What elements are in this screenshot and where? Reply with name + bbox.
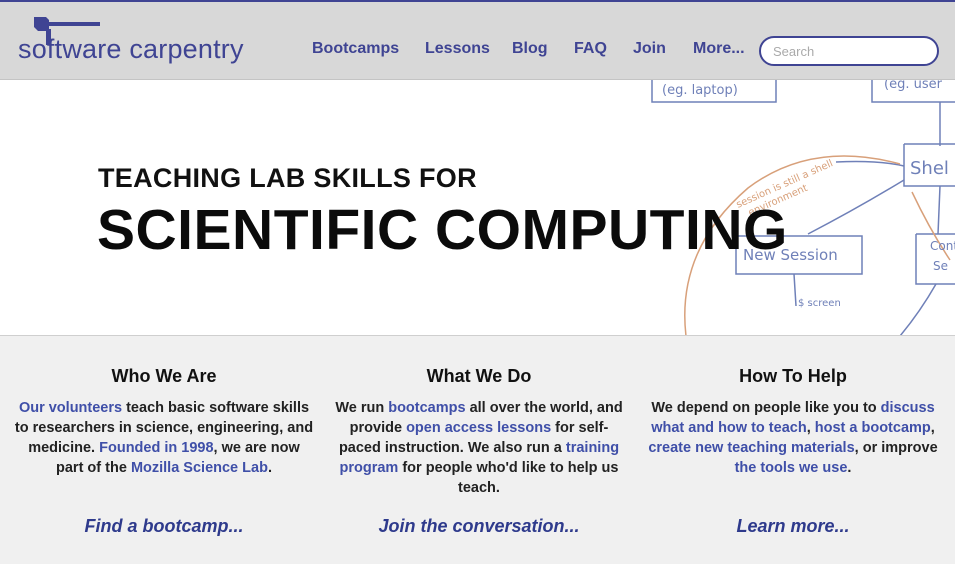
nav-more[interactable]: More...	[693, 40, 745, 58]
inline-link[interactable]: Mozilla Science Lab	[131, 460, 268, 476]
inline-link[interactable]: Our volunteers	[19, 400, 122, 416]
inline-link[interactable]: host a bootcamp	[815, 420, 931, 436]
inline-link[interactable]: bootcamps	[388, 400, 465, 416]
body-text: ,	[930, 420, 935, 436]
inline-link[interactable]: open access lessons	[406, 420, 551, 436]
column-heading: How To Help	[739, 366, 847, 386]
sketch-label: Cont	[930, 239, 955, 253]
site-logo[interactable]: software carpentry	[18, 10, 278, 70]
hero-title: SCIENTIFIC COMPUTING	[97, 198, 788, 262]
column-heading: Who We Are	[111, 366, 217, 386]
nav-blog[interactable]: Blog	[512, 40, 548, 58]
sketch-label: Shel	[910, 158, 949, 179]
body-text: We run	[335, 400, 389, 416]
sketch-label: Se	[933, 259, 948, 273]
sketch-label: (eg. user	[884, 80, 943, 92]
join-conversation-link[interactable]: Join the conversation...	[329, 516, 629, 537]
body-text: .	[847, 460, 852, 476]
body-text: .	[267, 460, 272, 476]
learn-more-link[interactable]: Learn more...	[643, 516, 943, 537]
inline-link[interactable]: create new teaching materials	[648, 440, 854, 456]
search-input[interactable]	[759, 36, 939, 66]
body-text: We depend on people like you to	[651, 400, 881, 416]
column-heading: What We Do	[426, 366, 532, 386]
body-text: for people who'd like to help us teach.	[398, 460, 619, 496]
how-to-help-column: How To Help We depend on people like you…	[643, 366, 943, 478]
hero-banner: (eg. laptop) (eg. user Shel New Session …	[0, 80, 955, 336]
site-header: software carpentry Bootcamps Lessons Blo…	[0, 0, 955, 80]
find-bootcamp-link[interactable]: Find a bootcamp...	[14, 516, 314, 537]
sketch-label: (eg. laptop)	[662, 83, 738, 98]
hero-subtitle: TEACHING LAB SKILLS FOR	[98, 163, 477, 193]
logo-text: software carpentry	[18, 34, 244, 64]
column-text: We run bootcamps all over the world, and…	[329, 398, 629, 498]
column-text: We depend on people like you to discuss …	[643, 398, 943, 478]
column-text: Our volunteers teach basic software skil…	[14, 398, 314, 478]
nav-bootcamps[interactable]: Bootcamps	[312, 40, 399, 58]
nav-lessons[interactable]: Lessons	[425, 40, 490, 58]
nav-faq[interactable]: FAQ	[574, 40, 607, 58]
inline-link[interactable]: the tools we use	[735, 460, 848, 476]
who-we-are-column: Who We Are Our volunteers teach basic so…	[14, 366, 314, 478]
nav-join[interactable]: Join	[633, 40, 666, 58]
body-text: ,	[806, 420, 815, 436]
what-we-do-column: What We Do We run bootcamps all over the…	[329, 366, 629, 498]
body-text: , or improve	[854, 440, 938, 456]
sketch-label: $ screen	[798, 298, 841, 309]
inline-link[interactable]: Founded in 1998	[99, 440, 213, 456]
